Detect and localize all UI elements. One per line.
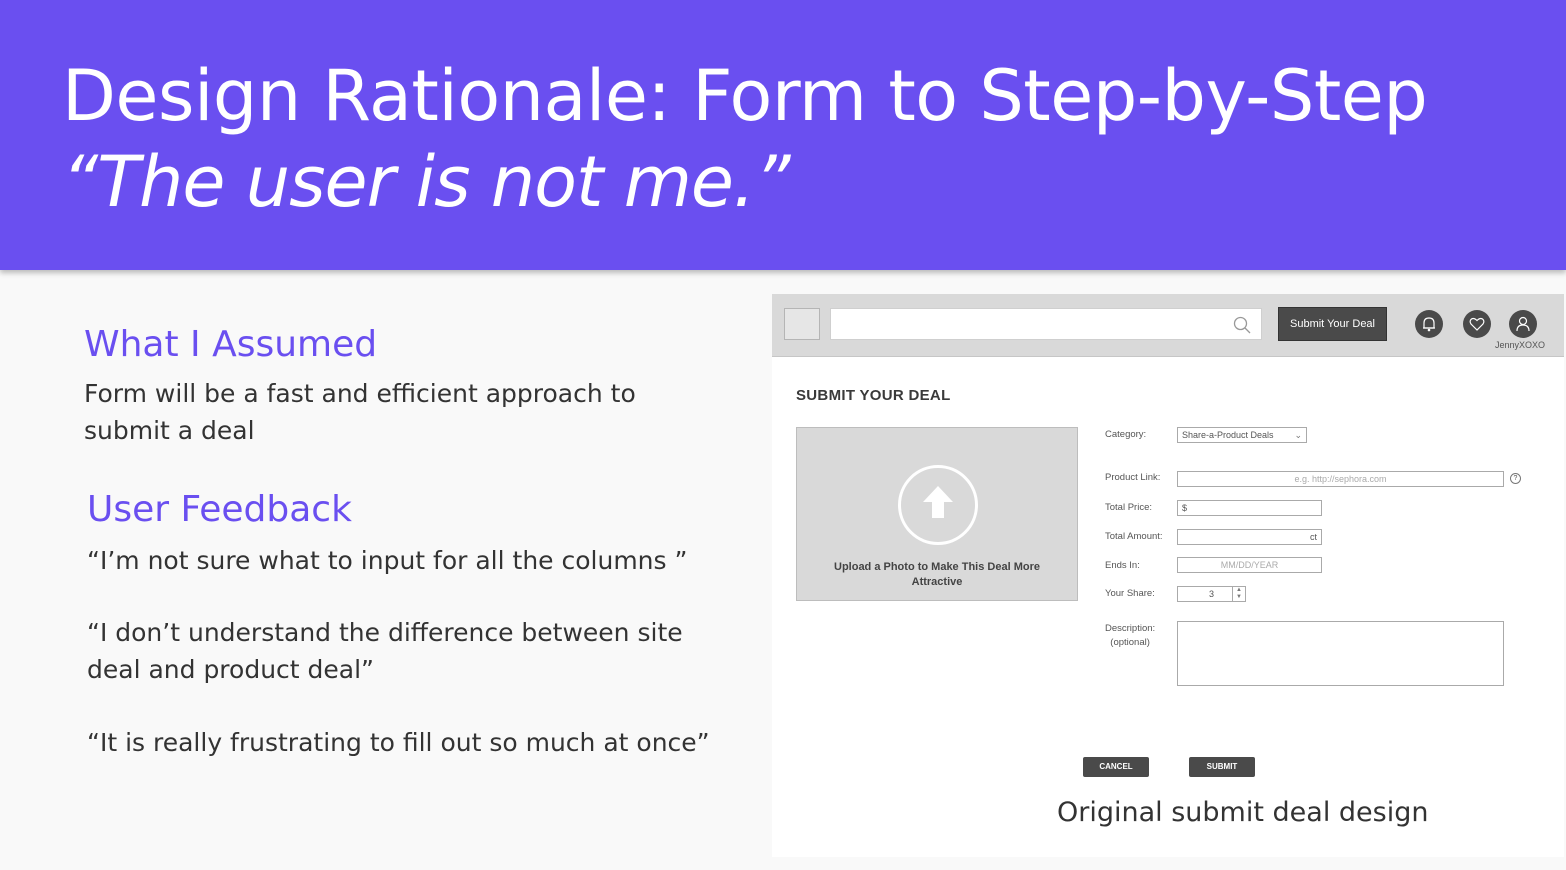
feedback-quote-1: “I’m not sure what to input for all the … xyxy=(87,546,688,575)
total-amount-input[interactable]: ct xyxy=(1177,529,1322,545)
user-avatar-icon[interactable] xyxy=(1509,310,1537,338)
description-optional-label: (optional) xyxy=(1110,637,1150,648)
total-amount-label: Total Amount: xyxy=(1105,531,1163,542)
help-icon[interactable]: ? xyxy=(1510,473,1521,484)
submit-deal-mockup: Submit Your Deal JennyXOXO SUBMIT YOUR D… xyxy=(772,294,1564,857)
feedback-quote-2: “I don’t understand the difference betwe… xyxy=(87,618,683,684)
your-share-value: 3 xyxy=(1208,589,1214,599)
mockup-caption: Original submit deal design xyxy=(1057,797,1429,828)
upload-arrow-icon[interactable] xyxy=(898,465,978,545)
category-select[interactable]: Share-a-Product Deals ⌄ xyxy=(1177,427,1307,443)
ends-in-label: Ends In: xyxy=(1105,560,1140,571)
description-textarea[interactable] xyxy=(1177,621,1504,686)
slide-subtitle-quote: “The user is not me.” xyxy=(62,141,790,223)
feedback-quote-3: “It is really frustrating to fill out so… xyxy=(87,728,710,757)
product-link-label: Product Link: xyxy=(1105,472,1161,483)
photo-upload-area[interactable]: Upload a Photo to Make This Deal More At… xyxy=(796,427,1078,601)
category-value: Share-a-Product Deals xyxy=(1182,430,1274,440)
username-label: JennyXOXO xyxy=(1495,340,1546,350)
search-input[interactable] xyxy=(830,308,1262,340)
assumed-text: Form will be a fast and efficient approa… xyxy=(84,379,636,445)
description-label-group: Description: (optional) xyxy=(1105,622,1155,650)
stepper-arrows-icon[interactable]: ▲ ▼ xyxy=(1232,587,1245,601)
title-banner: Design Rationale: Form to Step-by-Step “… xyxy=(0,0,1566,270)
product-link-input[interactable]: e.g. http://sephora.com xyxy=(1177,471,1504,487)
description-label: Description: xyxy=(1105,623,1156,634)
total-price-input[interactable]: $ xyxy=(1177,500,1322,516)
bell-icon[interactable] xyxy=(1415,310,1443,338)
total-price-label: Total Price: xyxy=(1105,502,1152,513)
submit-button[interactable]: SUBMIT xyxy=(1189,757,1255,777)
slide-title: Design Rationale: Form to Step-by-Step xyxy=(62,55,1428,137)
ends-in-input[interactable]: MM/DD/YEAR xyxy=(1177,557,1322,573)
cancel-button[interactable]: CANCEL xyxy=(1083,757,1149,777)
category-label: Category: xyxy=(1105,429,1147,440)
assumed-heading: What I Assumed xyxy=(84,324,378,365)
your-share-label: Your Share: xyxy=(1105,588,1155,599)
heart-icon[interactable] xyxy=(1463,310,1491,338)
your-share-stepper[interactable]: 3 ▲ ▼ xyxy=(1177,586,1246,602)
logo-placeholder[interactable] xyxy=(784,308,820,340)
form-title: SUBMIT YOUR DEAL xyxy=(796,387,951,404)
upload-caption: Upload a Photo to Make This Deal More At… xyxy=(834,561,1040,588)
mockup-navbar: Submit Your Deal JennyXOXO xyxy=(772,294,1564,357)
feedback-heading: User Feedback xyxy=(87,489,352,530)
chevron-down-icon: ⌄ xyxy=(1294,430,1302,440)
submit-your-deal-button[interactable]: Submit Your Deal xyxy=(1278,307,1387,341)
